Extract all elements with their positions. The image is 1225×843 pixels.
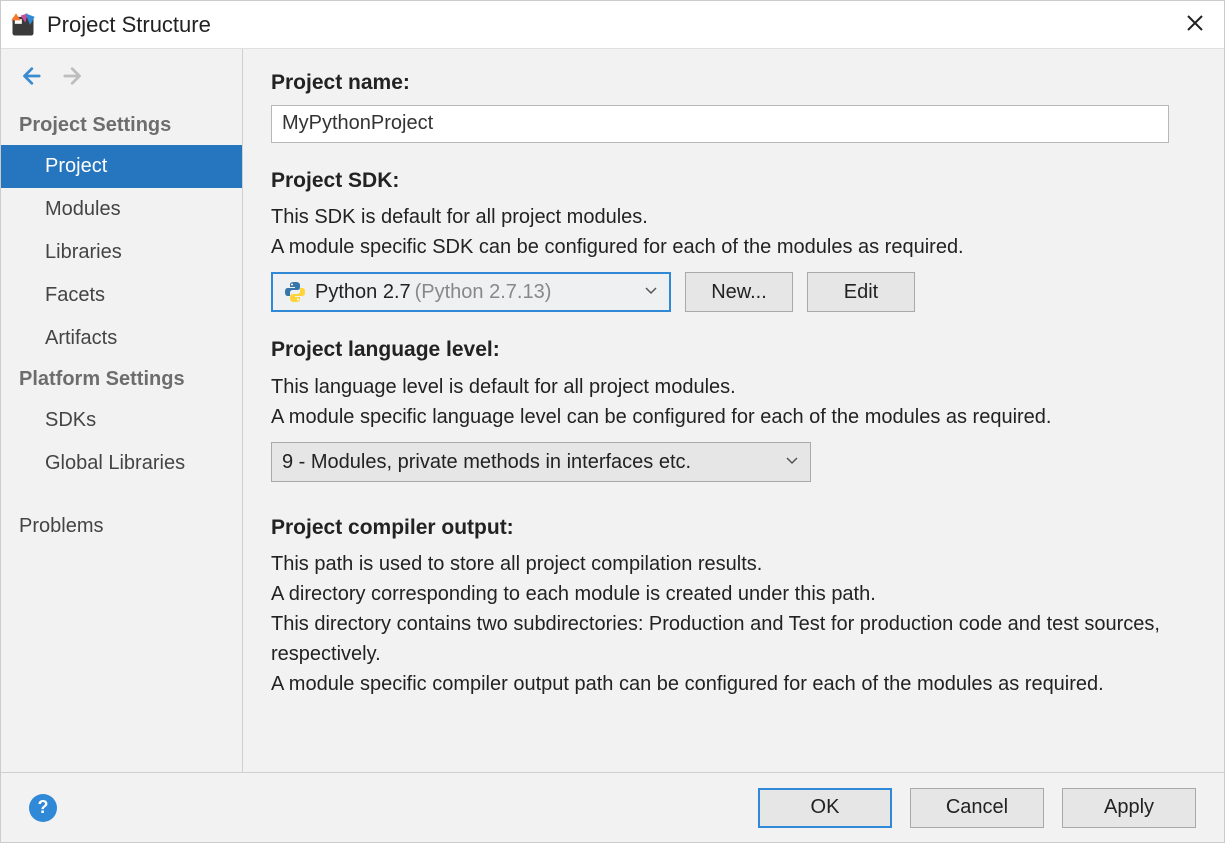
language-level-combo[interactable]: 9 - Modules, private methods in interfac… — [271, 442, 811, 482]
output-desc-1: This path is used to store all project c… — [271, 549, 1196, 579]
chevron-down-icon — [643, 277, 659, 307]
sidebar-section-project-settings: Project Settings — [1, 106, 242, 145]
sidebar-item-facets[interactable]: Facets — [1, 274, 242, 317]
cancel-button[interactable]: Cancel — [910, 788, 1044, 828]
help-icon[interactable]: ? — [29, 794, 57, 822]
sidebar-item-global-libraries[interactable]: Global Libraries — [1, 442, 242, 485]
language-level-selected: 9 - Modules, private methods in interfac… — [282, 447, 691, 477]
sidebar-item-problems[interactable]: Problems — [1, 505, 242, 548]
sidebar: Project Settings Project Modules Librari… — [1, 49, 243, 772]
sdk-selected-name: Python 2.7 — [315, 277, 411, 307]
language-level-label: Project language level: — [271, 334, 1196, 366]
intellij-icon — [9, 11, 37, 39]
sidebar-item-modules[interactable]: Modules — [1, 188, 242, 231]
sdk-desc-2: A module specific SDK can be configured … — [271, 232, 1196, 262]
sdk-new-button[interactable]: New... — [685, 272, 793, 312]
compiler-output-label: Project compiler output: — [271, 512, 1196, 544]
chevron-down-icon — [784, 447, 800, 477]
sdk-edit-button[interactable]: Edit — [807, 272, 915, 312]
sidebar-item-sdks[interactable]: SDKs — [1, 399, 242, 442]
output-desc-3: This directory contains two subdirectori… — [271, 609, 1196, 669]
window-title: Project Structure — [47, 12, 211, 38]
sdk-selected-detail: (Python 2.7.13) — [415, 277, 552, 307]
project-sdk-label: Project SDK: — [271, 165, 1196, 197]
lang-desc-2: A module specific language level can be … — [271, 402, 1196, 432]
nav-forward-icon[interactable] — [63, 65, 85, 92]
output-desc-4: A module specific compiler output path c… — [271, 669, 1196, 699]
nav-back-icon[interactable] — [19, 65, 41, 92]
sidebar-item-project[interactable]: Project — [1, 145, 242, 188]
sdk-desc-1: This SDK is default for all project modu… — [271, 202, 1196, 232]
sidebar-item-libraries[interactable]: Libraries — [1, 231, 242, 274]
ok-button[interactable]: OK — [758, 788, 892, 828]
python-icon — [283, 280, 307, 304]
project-sdk-combo[interactable]: Python 2.7 (Python 2.7.13) — [271, 272, 671, 312]
close-icon[interactable] — [1176, 8, 1214, 42]
titlebar: Project Structure — [1, 1, 1224, 49]
dialog-footer: ? OK Cancel Apply — [1, 772, 1224, 842]
sidebar-item-artifacts[interactable]: Artifacts — [1, 317, 242, 360]
project-name-label: Project name: — [271, 67, 1196, 99]
output-desc-2: A directory corresponding to each module… — [271, 579, 1196, 609]
sidebar-section-platform-settings: Platform Settings — [1, 360, 242, 399]
main-panel: Project name: Project SDK: This SDK is d… — [243, 49, 1224, 772]
project-name-input[interactable] — [271, 105, 1169, 143]
lang-desc-1: This language level is default for all p… — [271, 372, 1196, 402]
apply-button[interactable]: Apply — [1062, 788, 1196, 828]
